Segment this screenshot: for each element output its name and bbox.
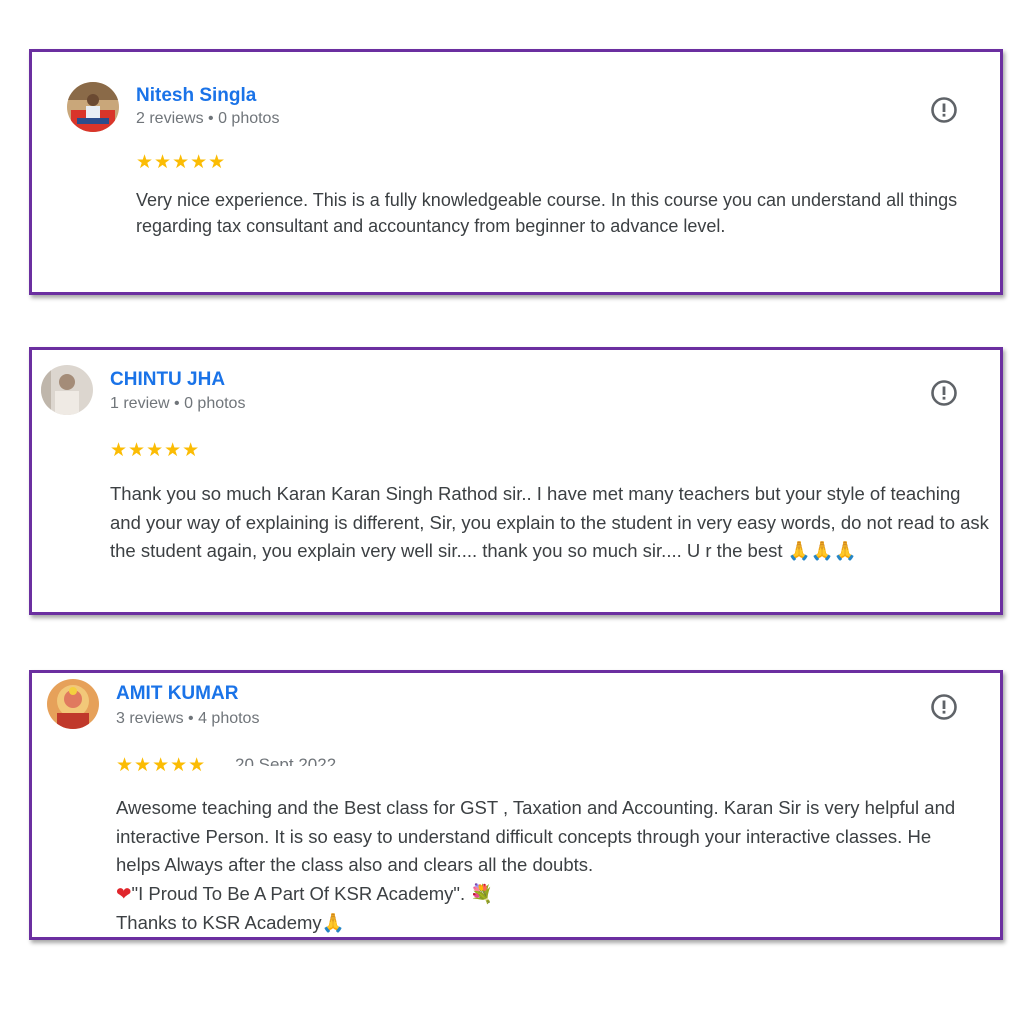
review-line: Thank you so much Karan Karan Singh Rath…	[110, 480, 990, 567]
review-card: AMIT KUMAR 3 reviews • 4 photos ★★★★★ 20…	[29, 670, 1003, 940]
praying-hands-emoji: 🙏	[321, 913, 345, 934]
star-rating: ★★★★★	[136, 152, 227, 173]
review-text: Awesome teaching and the Best class for …	[116, 794, 976, 939]
reviewer-name[interactable]: CHINTU JHA	[110, 369, 225, 391]
review-date: 20 Sept 2022	[235, 755, 337, 766]
reviewer-meta: 1 review • 0 photos	[110, 395, 246, 412]
avatar[interactable]	[67, 82, 119, 132]
review-text: Thank you so much Karan Karan Singh Rath…	[110, 480, 990, 567]
report-flag-icon[interactable]	[930, 379, 958, 407]
reviewer-name[interactable]: Nitesh Singla	[136, 85, 256, 107]
review-line: ❤"I Proud To Be A Part Of KSR Academy". …	[116, 880, 976, 910]
praying-hands-emoji: 🙏🙏🙏	[787, 541, 857, 562]
star-rating: ★★★★★	[116, 755, 207, 776]
review-card: CHINTU JHA 1 review • 0 photos ★★★★★ Tha…	[29, 347, 1003, 615]
review-line-text: Thanks to KSR Academy	[116, 912, 322, 933]
report-flag-icon[interactable]	[930, 96, 958, 124]
review-line: Very nice experience. This is a fully kn…	[136, 190, 958, 236]
review-line-text: Thank you so much Karan Karan Singh Rath…	[110, 483, 989, 561]
avatar[interactable]	[47, 679, 99, 729]
bouquet-emoji: 💐	[470, 883, 494, 905]
report-flag-icon[interactable]	[930, 693, 958, 721]
star-rating: ★★★★★	[110, 440, 201, 461]
review-line: Thanks to KSR Academy🙏	[116, 909, 976, 939]
review-text: Very nice experience. This is a fully kn…	[136, 187, 966, 239]
reviewer-meta: 2 reviews • 0 photos	[136, 110, 280, 127]
reviewer-name[interactable]: AMIT KUMAR	[116, 683, 238, 705]
review-card: Nitesh Singla 2 reviews • 0 photos ★★★★★…	[29, 49, 1003, 295]
review-line: Awesome teaching and the Best class for …	[116, 797, 956, 875]
avatar[interactable]	[41, 365, 93, 415]
reviewer-meta: 3 reviews • 4 photos	[116, 710, 260, 727]
heart-emoji: ❤	[116, 883, 132, 905]
review-line-text: "I Proud To Be A Part Of KSR Academy".	[131, 882, 466, 904]
